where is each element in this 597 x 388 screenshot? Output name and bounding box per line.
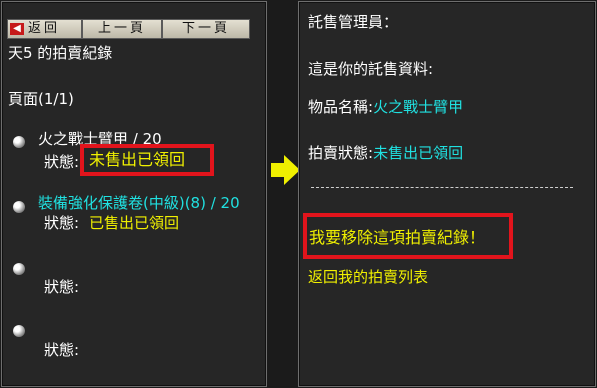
list-item-status-value: 已售出已領回 [89,214,180,232]
divider [311,187,573,188]
panel-heading: 託售管理員： [308,13,399,31]
next-page-button[interactable]: 下一頁 [162,19,250,39]
intro-text: 這是你的託售資料: [308,60,434,78]
list-item-status-label: 狀態: [44,278,80,296]
bullet-icon [13,201,25,213]
auction-status-row: 拍賣狀態:未售出已領回 [308,144,463,162]
bullet-icon [13,136,25,148]
back-button[interactable]: ◀ 返回 [7,19,82,39]
return-list-link[interactable]: 返回我的拍賣列表 [308,268,428,286]
prev-page-button[interactable]: 上一頁 [82,19,162,39]
remove-record-link[interactable]: 我要移除這項拍賣紀錄！ [309,229,485,247]
arrow-left-icon: ◀ [10,23,24,35]
bullet-icon [13,325,25,337]
list-item-name[interactable]: 裝備強化保護卷(中級)(8) / 20 [38,194,240,212]
auction-record-panel: ◀ 返回 上一頁 下一頁 天5 的拍賣紀錄 頁面(1/1) 火之戰士臂甲 / 2… [1,1,267,387]
auction-status-value: 未售出已領回 [373,144,464,162]
item-name-label: 物品名稱: [308,98,374,116]
page-title: 天5 的拍賣紀錄 [8,44,113,62]
page-indicator: 頁面(1/1) [8,90,74,108]
item-name-row: 物品名稱:火之戰士臂甲 [308,98,463,116]
auction-status-label: 拍賣狀態: [308,144,374,162]
list-item-status-label: 狀態: [44,214,80,232]
item-name-value: 火之戰士臂甲 [373,98,464,116]
arrow-right-icon [271,155,300,185]
list-item-status-label: 狀態: [44,341,80,359]
list-item-status-value: 未售出已領回 [89,150,186,169]
list-item-status-label: 狀態: [44,153,80,171]
bullet-icon [13,263,25,275]
consignment-detail-panel: 託售管理員： 這是你的託售資料: 物品名稱:火之戰士臂甲 拍賣狀態:未售出已領回… [298,1,596,387]
toolbar: ◀ 返回 上一頁 下一頁 [7,19,250,39]
back-button-label: 返回 [28,21,61,36]
